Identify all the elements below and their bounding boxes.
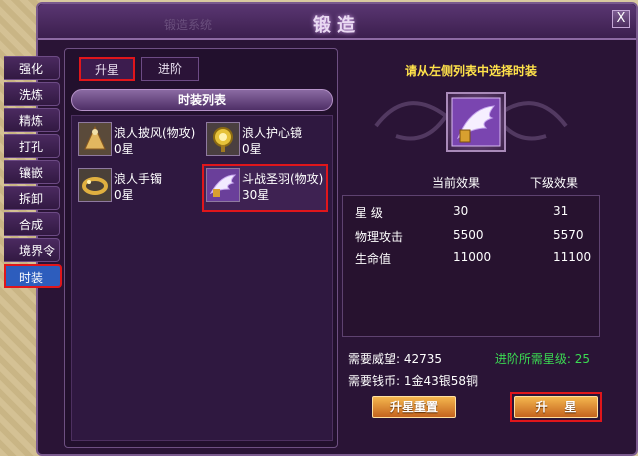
fashion-list-panel: 升星 进阶 时装列表 浪人披风(物攻) 0星 浪人护心镜 0星 浪人手镯 0星 … [64, 48, 338, 448]
advance-requirement: 进阶所需星级: 25 [494, 352, 590, 366]
tab-advance[interactable]: 进阶 [141, 57, 199, 81]
stat-current: 11000 [453, 250, 492, 264]
select-prompt: 请从左侧列表中选择时装 [404, 64, 537, 78]
item-stars: 0星 [114, 142, 134, 156]
reset-star-button[interactable]: 升星重置 [372, 396, 456, 418]
list-item[interactable]: 浪人手镯 0星 [76, 166, 200, 208]
next-effect-label: 下级效果 [530, 176, 579, 190]
item-stars: 0星 [114, 188, 134, 202]
money-requirement: 需要钱币: 1金43银58铜 [348, 374, 479, 388]
item-name: 斗战圣羽(物攻) [242, 172, 324, 186]
side-tab-realm[interactable]: 境界令 [4, 238, 60, 262]
item-name: 浪人护心镜 [242, 126, 303, 140]
stat-next: 5570 [553, 228, 584, 242]
side-tab-combine[interactable]: 合成 [4, 212, 60, 236]
close-button[interactable]: X [612, 10, 630, 28]
side-tabs: 强化 洗炼 精炼 打孔 镶嵌 拆卸 合成 境界令 时装 [4, 56, 64, 290]
cape-icon [78, 122, 112, 156]
list-item[interactable]: 浪人披风(物攻) 0星 [76, 120, 200, 162]
mirror-icon [206, 122, 240, 156]
stat-next: 11100 [553, 250, 592, 264]
list-item-selected[interactable]: 斗战圣羽(物攻) 30星 [202, 164, 328, 212]
list-header: 时装列表 [71, 89, 333, 111]
stat-row: 星 级 30 31 [343, 204, 601, 224]
stat-name: 生命值 [355, 252, 392, 266]
stat-row: 物理攻击 5500 5570 [343, 228, 601, 248]
detail-panel: 请从左侧列表中选择时装 当前效果 下级效果 星 级 30 31 物理攻击 550… [342, 50, 602, 444]
stats-table: 星 级 30 31 物理攻击 5500 5570 生命值 11000 11100 [342, 195, 600, 337]
effect-header: 当前效果 下级效果 [342, 170, 600, 190]
bracelet-icon [78, 168, 112, 202]
selected-fashion-slot [446, 92, 506, 152]
stat-name: 物理攻击 [355, 230, 404, 244]
title-bar[interactable]: 锻造系统 锻造 X [38, 4, 636, 40]
side-tab-refine[interactable]: 精炼 [4, 108, 60, 132]
stat-current: 5500 [453, 228, 484, 242]
side-tab-punch[interactable]: 打孔 [4, 134, 60, 158]
upgrade-star-button[interactable]: 升 星 [514, 396, 598, 418]
prestige-requirement: 需要威望: 42735 [348, 352, 443, 366]
wing-icon [206, 168, 240, 202]
stat-name: 星 级 [355, 206, 383, 220]
tab-upgrade-star[interactable]: 升星 [79, 57, 135, 81]
window-title: 锻造 [313, 15, 361, 36]
forge-window: 锻造系统 锻造 X 强化 洗炼 精炼 打孔 镶嵌 拆卸 合成 境界令 时装 升星… [4, 2, 638, 456]
side-tab-wash[interactable]: 洗炼 [4, 82, 60, 106]
side-tab-remove[interactable]: 拆卸 [4, 186, 60, 210]
stat-next: 31 [553, 204, 569, 218]
fashion-list[interactable]: 浪人披风(物攻) 0星 浪人护心镜 0星 浪人手镯 0星 斗战圣羽(物攻) 30… [71, 115, 333, 441]
stat-row: 生命值 11000 11100 [343, 250, 601, 270]
side-tab-fashion[interactable]: 时装 [4, 264, 62, 288]
stat-current: 30 [453, 204, 469, 218]
list-item[interactable]: 浪人护心镜 0星 [204, 120, 328, 162]
item-name: 浪人披风(物攻) [114, 126, 196, 140]
side-tab-strengthen[interactable]: 强化 [4, 56, 60, 80]
side-tab-inlay[interactable]: 镶嵌 [4, 160, 60, 184]
current-effect-label: 当前效果 [432, 176, 481, 190]
item-name: 浪人手镯 [114, 172, 163, 186]
item-stars: 30星 [242, 188, 270, 202]
wing-icon [451, 97, 501, 147]
item-stars: 0星 [242, 142, 262, 156]
